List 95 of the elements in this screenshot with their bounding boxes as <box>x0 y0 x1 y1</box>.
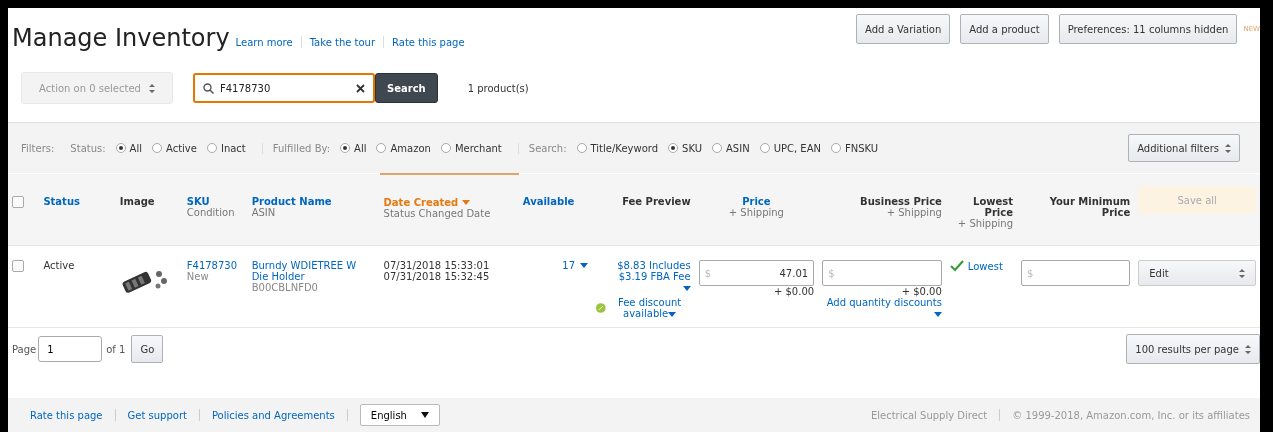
radio-label: All <box>129 142 142 154</box>
row-checkbox[interactable] <box>12 260 24 272</box>
search-icon <box>203 82 214 94</box>
caret-icon <box>420 412 429 418</box>
lowest-price-link[interactable]: Lowest <box>967 260 1003 272</box>
result-count: 1 product(s) <box>467 82 529 94</box>
column-header[interactable]: Status <box>43 196 112 207</box>
radio-label: Inact <box>220 142 246 154</box>
caret-icon <box>462 200 471 205</box>
header-link[interactable]: Rate this page <box>392 36 465 48</box>
radio-label: Amazon <box>390 142 431 154</box>
radio-label: Merchant <box>454 142 502 154</box>
column-subheader: + Shipping <box>956 218 1013 229</box>
footer-text: © 1999-2018, Amazon.com, Inc. or its affiliates <box>1012 409 1250 421</box>
price-field[interactable]: $ 47.01 <box>698 260 815 286</box>
go-button[interactable]: Go <box>131 335 164 363</box>
asin-text: B00CBLNFD0 <box>251 282 319 293</box>
radio-button[interactable] <box>440 143 451 153</box>
column-header: Business Price <box>859 196 942 207</box>
fee-discount-link[interactable]: Fee discount available <box>608 297 691 319</box>
radio-button[interactable] <box>668 143 679 153</box>
caret-icon <box>668 312 677 317</box>
column-subheader: Status Changed Date <box>383 208 492 219</box>
results-per-page-select[interactable]: 100 results per page <box>1126 334 1260 364</box>
status-text: Active <box>43 260 76 271</box>
caret-icon <box>580 263 589 268</box>
shipping-amount: + $0.00 <box>900 286 942 297</box>
radio-button[interactable] <box>759 143 770 153</box>
page-count: of 1 <box>106 343 126 355</box>
available-quantity[interactable]: 17 <box>522 260 589 271</box>
radio-button[interactable] <box>340 143 351 153</box>
close-icon <box>356 83 365 93</box>
column-subheader: Condition <box>186 207 236 218</box>
header-link[interactable]: Learn more <box>235 36 293 48</box>
status-changed-date: 07/31/2018 15:32:45 <box>383 271 491 282</box>
column-header: Your Minimum Price <box>1048 196 1131 218</box>
footer-text: Electrical Supply Direct <box>870 409 988 421</box>
discount-badge-icon <box>596 301 606 315</box>
radio-label: UPC, EAN <box>773 142 821 154</box>
radio-label: FNSKU <box>845 142 879 154</box>
radio-button[interactable] <box>376 143 387 153</box>
sort-arrows-icon <box>1225 143 1231 153</box>
header-button[interactable]: Add a product <box>960 14 1049 44</box>
footer-link[interactable]: Policies and Agreements <box>211 409 335 421</box>
select-all-checkbox[interactable] <box>12 196 24 208</box>
sku-link[interactable]: F4178730 <box>186 260 244 271</box>
filter-label: Status: <box>70 142 106 154</box>
page-label: Page <box>12 343 37 355</box>
search-field[interactable]: F4178730 <box>193 73 375 103</box>
column-subheader: ASIN <box>251 207 277 218</box>
fee-preview-link[interactable]: $8.83 Includes $3.19 FBA Fee <box>596 260 691 282</box>
sort-arrows-icon <box>148 83 155 93</box>
edit-select[interactable]: Edit <box>1138 260 1256 286</box>
radio-label: ASIN <box>726 142 750 154</box>
filter-label: Fulfilled By: <box>272 142 331 154</box>
filters-label: Filters: <box>21 142 55 154</box>
product-name-link[interactable]: Burndy WDIETREE W Die Holder <box>251 260 376 282</box>
caret-icon <box>682 286 691 291</box>
quantity-discounts-link[interactable]: Add quantity discounts <box>822 297 942 319</box>
footer-link[interactable]: Get support <box>127 409 187 421</box>
radio-label: Active <box>166 142 197 154</box>
header-button[interactable]: Add a Variation <box>856 14 951 44</box>
column-header[interactable]: Product Name <box>251 196 376 207</box>
sort-arrows-icon <box>1239 268 1245 278</box>
column-subheader: + Shipping <box>885 207 942 218</box>
condition-text: New <box>186 271 210 282</box>
radio-label: SKU <box>682 142 702 154</box>
header-button[interactable]: Preferences: 11 columns hidden <box>1058 14 1238 44</box>
column-header: Fee Preview <box>621 196 691 207</box>
header-link[interactable]: Take the tour <box>309 36 376 48</box>
radio-button[interactable] <box>712 143 722 153</box>
date-created: 07/31/2018 15:33:01 <box>383 260 491 271</box>
column-header: Image <box>119 196 156 207</box>
radio-button[interactable] <box>152 143 162 153</box>
language-select[interactable]: English <box>359 404 440 426</box>
search-button[interactable]: Search <box>375 73 438 103</box>
radio-label: All <box>354 142 367 154</box>
footer-link[interactable]: Rate this page <box>30 409 103 421</box>
additional-filters-select[interactable]: Additional filters <box>1128 134 1240 162</box>
radio-button[interactable] <box>576 143 587 153</box>
column-subheader: + Shipping <box>727 207 785 218</box>
filter-label: Search: <box>528 142 567 154</box>
radio-button[interactable] <box>831 143 841 153</box>
column-header: Lowest Price <box>972 196 1013 218</box>
caret-icon <box>933 312 942 317</box>
column-header[interactable]: SKU <box>186 196 244 207</box>
column-header[interactable]: Price <box>698 196 815 207</box>
radio-label: Title/Keyword <box>590 142 659 154</box>
sort-arrows-icon <box>1245 344 1251 354</box>
radio-button[interactable] <box>206 143 217 153</box>
shipping-amount: + $0.00 <box>772 286 815 297</box>
page-title: Manage Inventory <box>12 24 230 52</box>
column-header[interactable]: Available <box>522 196 589 207</box>
radio-button[interactable] <box>115 143 126 153</box>
page-number-field[interactable]: 1 <box>38 336 103 362</box>
